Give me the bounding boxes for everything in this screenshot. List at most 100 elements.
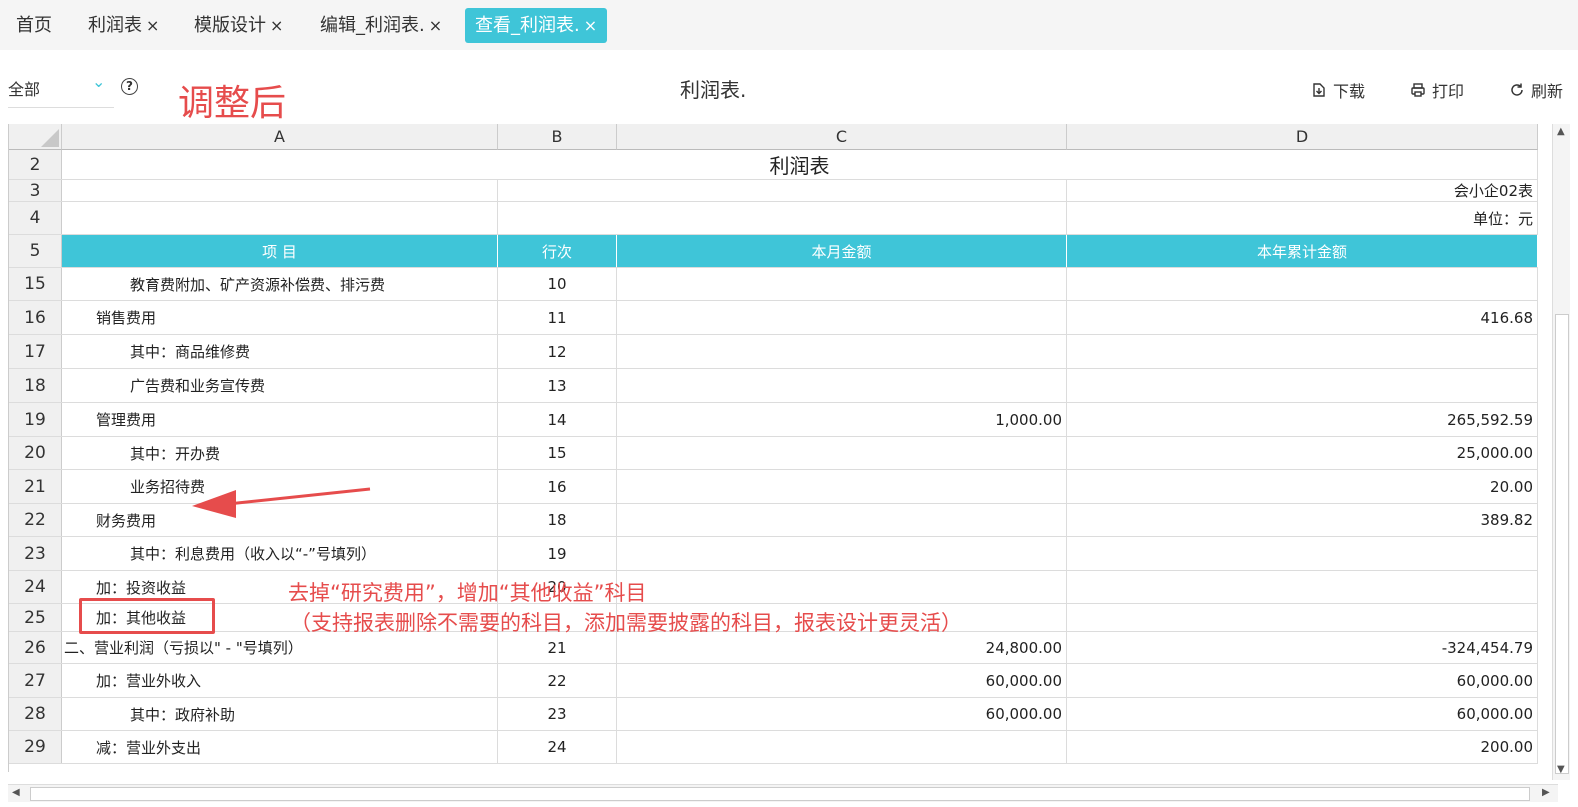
row-header[interactable]: 22 — [9, 504, 62, 536]
row-header[interactable]: 27 — [9, 664, 62, 697]
select-all-corner[interactable] — [9, 124, 62, 150]
cell-item[interactable]: 广告费和业务宣传费 — [62, 369, 498, 402]
column-header-c[interactable]: C — [617, 124, 1067, 150]
row-header[interactable]: 3 — [9, 180, 62, 201]
cell-month-amount[interactable]: 60,000.00 — [617, 698, 1067, 730]
cell-month-amount[interactable] — [617, 335, 1067, 368]
row-header[interactable]: 2 — [9, 150, 62, 179]
cell-line-no[interactable]: 13 — [498, 369, 617, 402]
scrollbar-thumb[interactable] — [30, 787, 1530, 801]
download-button[interactable]: 下载 — [1311, 78, 1365, 102]
row-header[interactable]: 28 — [9, 698, 62, 730]
row-header[interactable]: 16 — [9, 301, 62, 334]
tab-edit-profit-statement[interactable]: 编辑_利润表. × — [320, 8, 442, 43]
cell-line-no[interactable]: 12 — [498, 335, 617, 368]
cell-month-amount[interactable] — [617, 268, 1067, 300]
cell-year-amount[interactable]: -324,454.79 — [1067, 632, 1538, 663]
scroll-up-icon[interactable]: ▲ — [1557, 126, 1565, 137]
cell-item[interactable]: 其中：商品维修费 — [62, 335, 498, 368]
close-icon[interactable]: × — [429, 16, 442, 35]
scroll-down-icon[interactable]: ▼ — [1557, 764, 1565, 775]
column-header-b[interactable]: B — [498, 124, 617, 150]
cell-year-amount[interactable]: 389.82 — [1067, 504, 1538, 536]
row-header[interactable]: 21 — [9, 470, 62, 503]
scroll-right-icon[interactable]: ▶ — [1542, 787, 1550, 798]
cell-item[interactable]: 加：营业外收入 — [62, 664, 498, 697]
cell-year-amount[interactable]: 60,000.00 — [1067, 664, 1538, 697]
cell-item[interactable]: 减：营业外支出 — [62, 731, 498, 763]
cell-year-amount[interactable] — [1067, 268, 1538, 300]
row-header[interactable]: 25 — [9, 604, 62, 631]
cell-line-no[interactable]: 14 — [498, 403, 617, 436]
cell-month-amount[interactable] — [617, 301, 1067, 334]
cell-line-no[interactable]: 18 — [498, 504, 617, 536]
cell-year-amount[interactable] — [1067, 537, 1538, 570]
cell-item[interactable]: 其中：开办费 — [62, 437, 498, 469]
header-year-amount[interactable]: 本年累计金额 — [1067, 235, 1538, 267]
cell-year-amount[interactable] — [1067, 369, 1538, 402]
row-header[interactable]: 5 — [9, 235, 62, 267]
cell-year-amount[interactable] — [1067, 604, 1538, 631]
cell-line-no[interactable]: 16 — [498, 470, 617, 503]
row-header[interactable]: 19 — [9, 403, 62, 436]
cell-year-amount[interactable]: 200.00 — [1067, 731, 1538, 763]
cell-month-amount[interactable] — [617, 537, 1067, 570]
cell-month-amount[interactable] — [617, 369, 1067, 402]
cell-item[interactable]: 其中：政府补助 — [62, 698, 498, 730]
row-header[interactable]: 29 — [9, 731, 62, 763]
close-icon[interactable]: × — [270, 16, 283, 35]
horizontal-scrollbar[interactable]: ◀ ▶ — [8, 784, 1558, 802]
header-month-amount[interactable]: 本月金额 — [617, 235, 1067, 267]
close-icon[interactable]: × — [584, 16, 597, 35]
cell-month-amount[interactable]: 60,000.00 — [617, 664, 1067, 697]
row-header[interactable]: 23 — [9, 537, 62, 570]
scroll-left-icon[interactable]: ◀ — [12, 787, 20, 798]
cell-year-amount[interactable]: 265,592.59 — [1067, 403, 1538, 436]
scrollbar-thumb[interactable] — [1555, 314, 1569, 774]
cell[interactable] — [62, 202, 498, 234]
cell-item[interactable]: 财务费用 — [62, 504, 498, 536]
cell-month-amount[interactable] — [617, 504, 1067, 536]
form-code[interactable]: 会小企02表 — [1067, 180, 1538, 201]
row-header[interactable]: 17 — [9, 335, 62, 368]
scope-select[interactable]: 全部 ⌄ — [8, 72, 114, 108]
header-item[interactable]: 项 目 — [62, 235, 498, 267]
unit-label[interactable]: 单位：元 — [1067, 202, 1538, 234]
refresh-button[interactable]: 刷新 — [1509, 78, 1563, 102]
cell-line-no[interactable]: 23 — [498, 698, 617, 730]
row-header[interactable]: 15 — [9, 268, 62, 300]
tab-profit-statement[interactable]: 利润表 × — [88, 8, 159, 43]
cell-month-amount[interactable]: 1,000.00 — [617, 403, 1067, 436]
row-header[interactable]: 24 — [9, 571, 62, 603]
cell-item[interactable]: 管理费用 — [62, 403, 498, 436]
cell-month-amount[interactable] — [617, 437, 1067, 469]
cell-line-no[interactable]: 24 — [498, 731, 617, 763]
row-header[interactable]: 4 — [9, 202, 62, 234]
vertical-scrollbar[interactable]: ▲ ▼ — [1552, 124, 1570, 780]
tab-home[interactable]: 首页 — [16, 8, 52, 43]
cell-month-amount[interactable] — [617, 470, 1067, 503]
cell-line-no[interactable]: 19 — [498, 537, 617, 570]
cell-year-amount[interactable]: 20.00 — [1067, 470, 1538, 503]
cell[interactable] — [498, 202, 1067, 234]
cell-month-amount[interactable] — [617, 731, 1067, 763]
header-line-no[interactable]: 行次 — [498, 235, 617, 267]
column-header-d[interactable]: D — [1067, 124, 1538, 150]
cell[interactable] — [498, 180, 1067, 201]
row-header[interactable]: 18 — [9, 369, 62, 402]
cell-line-no[interactable]: 22 — [498, 664, 617, 697]
cell-line-no[interactable]: 15 — [498, 437, 617, 469]
tab-template-design[interactable]: 模版设计 × — [194, 8, 283, 43]
cell-item[interactable]: 教育费附加、矿产资源补偿费、排污费 — [62, 268, 498, 300]
spreadsheet[interactable]: A B C D 2 利润表 3 会小企02表 4 单位：元 5 项 目 行次 本… — [8, 124, 1538, 772]
close-icon[interactable]: × — [146, 16, 159, 35]
row-header[interactable]: 20 — [9, 437, 62, 469]
cell-item[interactable]: 业务招待费 — [62, 470, 498, 503]
cell-month-amount[interactable] — [617, 571, 1067, 603]
print-button[interactable]: 打印 — [1410, 78, 1464, 102]
cell-year-amount[interactable] — [1067, 335, 1538, 368]
report-heading[interactable]: 利润表 — [62, 150, 1538, 179]
help-icon[interactable]: ? — [121, 78, 138, 95]
cell-year-amount[interactable]: 60,000.00 — [1067, 698, 1538, 730]
row-header[interactable]: 26 — [9, 632, 62, 663]
